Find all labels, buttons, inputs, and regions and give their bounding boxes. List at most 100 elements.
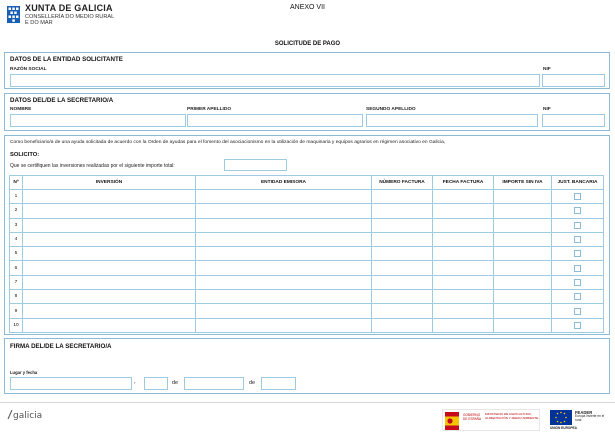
just-bancaria-checkbox[interactable] — [574, 321, 581, 329]
entidad-cell[interactable] — [195, 188, 372, 205]
importe-cell[interactable] — [493, 188, 552, 205]
entidad-cell[interactable] — [195, 303, 372, 319]
fecha-factura-cell[interactable] — [432, 317, 494, 333]
investments-table: Nº INVERSIÓN ENTIDAD EMISORA NÚMERO FACT… — [9, 175, 604, 333]
spain-coat-of-arms-icon — [445, 412, 459, 430]
inversion-cell[interactable] — [22, 246, 196, 262]
fecha-factura-cell[interactable] — [432, 274, 494, 291]
razon-social-field[interactable] — [10, 74, 540, 87]
importe-cell[interactable] — [493, 231, 552, 248]
just-bancaria-checkbox[interactable] — [574, 221, 581, 229]
entity-nif-field[interactable] — [542, 74, 605, 87]
just-bancaria-cell — [551, 260, 604, 276]
inversion-cell[interactable] — [22, 217, 196, 233]
importe-cell[interactable] — [493, 317, 552, 333]
numero-factura-cell[interactable] — [371, 246, 433, 262]
numero-factura-cell[interactable] — [371, 317, 433, 333]
document-title: SOLICITUDE DE PAGO — [274, 41, 341, 47]
just-bancaria-checkbox[interactable] — [574, 264, 581, 272]
fecha-factura-cell[interactable] — [432, 188, 494, 205]
month-field[interactable] — [184, 377, 244, 390]
nombre-field[interactable] — [10, 114, 186, 127]
importe-total-field[interactable] — [224, 159, 287, 171]
secretary-nif-label: NIF — [543, 107, 551, 112]
just-bancaria-checkbox[interactable] — [574, 207, 581, 215]
just-bancaria-cell — [551, 188, 604, 205]
numero-factura-cell[interactable] — [371, 203, 433, 219]
entidad-cell[interactable] — [195, 217, 372, 233]
just-bancaria-checkbox[interactable] — [574, 278, 581, 286]
col-header-inversion: INVERSIÓN — [22, 175, 196, 190]
fecha-factura-cell[interactable] — [432, 203, 494, 219]
table-row: 8 — [9, 289, 604, 305]
just-bancaria-checkbox[interactable] — [574, 293, 581, 301]
comma-separator: , — [134, 379, 136, 385]
table-row: 1 — [9, 188, 604, 205]
feader-subtitle: Europa invierte en el rural — [575, 414, 605, 422]
importe-cell[interactable] — [493, 217, 552, 233]
entidad-cell[interactable] — [195, 231, 372, 248]
importe-cell[interactable] — [493, 260, 552, 276]
fecha-factura-cell[interactable] — [432, 246, 494, 262]
de-separator-2: de — [249, 380, 256, 386]
just-bancaria-cell — [551, 217, 604, 233]
importe-cell[interactable] — [493, 246, 552, 262]
row-number: 4 — [9, 231, 23, 248]
importe-cell[interactable] — [493, 289, 552, 305]
solicito-title: SOLICITO: — [10, 152, 40, 158]
just-bancaria-checkbox[interactable] — [574, 307, 581, 315]
just-bancaria-checkbox[interactable] — [574, 236, 581, 244]
just-bancaria-cell — [551, 274, 604, 291]
inversion-cell[interactable] — [22, 303, 196, 319]
numero-factura-cell[interactable] — [371, 303, 433, 319]
secretary-nif-field[interactable] — [542, 114, 605, 127]
inversion-cell[interactable] — [22, 231, 196, 248]
numero-factura-cell[interactable] — [371, 188, 433, 205]
inversion-cell[interactable] — [22, 289, 196, 305]
spain-government-logo: GOBIERNO DE ESPAÑA MINISTERIO DE AGRICUL… — [442, 409, 540, 431]
numero-factura-cell[interactable] — [371, 217, 433, 233]
numero-factura-cell[interactable] — [371, 274, 433, 291]
row-number: 2 — [9, 203, 23, 219]
fecha-factura-cell[interactable] — [432, 303, 494, 319]
fecha-factura-cell[interactable] — [432, 260, 494, 276]
table-row: 9 — [9, 303, 604, 319]
fecha-factura-cell[interactable] — [432, 217, 494, 233]
fecha-factura-cell[interactable] — [432, 231, 494, 248]
entidad-cell[interactable] — [195, 317, 372, 333]
entidad-cell[interactable] — [195, 260, 372, 276]
row-number: 7 — [9, 274, 23, 291]
day-field[interactable] — [144, 377, 168, 390]
feader-logo: FEADER Europa invierte en el rural UNIÓN… — [548, 409, 608, 431]
entidad-cell[interactable] — [195, 246, 372, 262]
just-bancaria-checkbox[interactable] — [574, 250, 581, 258]
year-field[interactable] — [261, 377, 296, 390]
numero-factura-cell[interactable] — [371, 260, 433, 276]
importe-cell[interactable] — [493, 274, 552, 291]
table-row: 5 — [9, 246, 604, 262]
inversion-cell[interactable] — [22, 260, 196, 276]
row-number: 3 — [9, 217, 23, 233]
just-bancaria-checkbox[interactable] — [574, 193, 581, 201]
inversion-cell[interactable] — [22, 317, 196, 333]
inversion-cell[interactable] — [22, 188, 196, 205]
secretary-section: DATOS DEL/DE LA SECRETARIO/A NOMBRE PRIM… — [4, 93, 610, 131]
primer-apellido-field[interactable] — [187, 114, 363, 127]
fecha-factura-cell[interactable] — [432, 289, 494, 305]
segundo-apellido-field[interactable] — [366, 114, 538, 127]
importe-cell[interactable] — [493, 203, 552, 219]
row-number: 6 — [9, 260, 23, 276]
entidad-cell[interactable] — [195, 203, 372, 219]
lugar-field[interactable] — [10, 377, 132, 390]
importe-text: Que se certifiquen las inversiones reali… — [10, 163, 175, 169]
signature-section-title: FIRMA DEL/DE LA SECRETARIO/A — [10, 343, 112, 350]
entidad-cell[interactable] — [195, 274, 372, 291]
importe-cell[interactable] — [493, 303, 552, 319]
numero-factura-cell[interactable] — [371, 231, 433, 248]
entidad-cell[interactable] — [195, 289, 372, 305]
inversion-cell[interactable] — [22, 203, 196, 219]
table-row: 3 — [9, 217, 604, 233]
numero-factura-cell[interactable] — [371, 289, 433, 305]
just-bancaria-cell — [551, 231, 604, 248]
inversion-cell[interactable] — [22, 274, 196, 291]
